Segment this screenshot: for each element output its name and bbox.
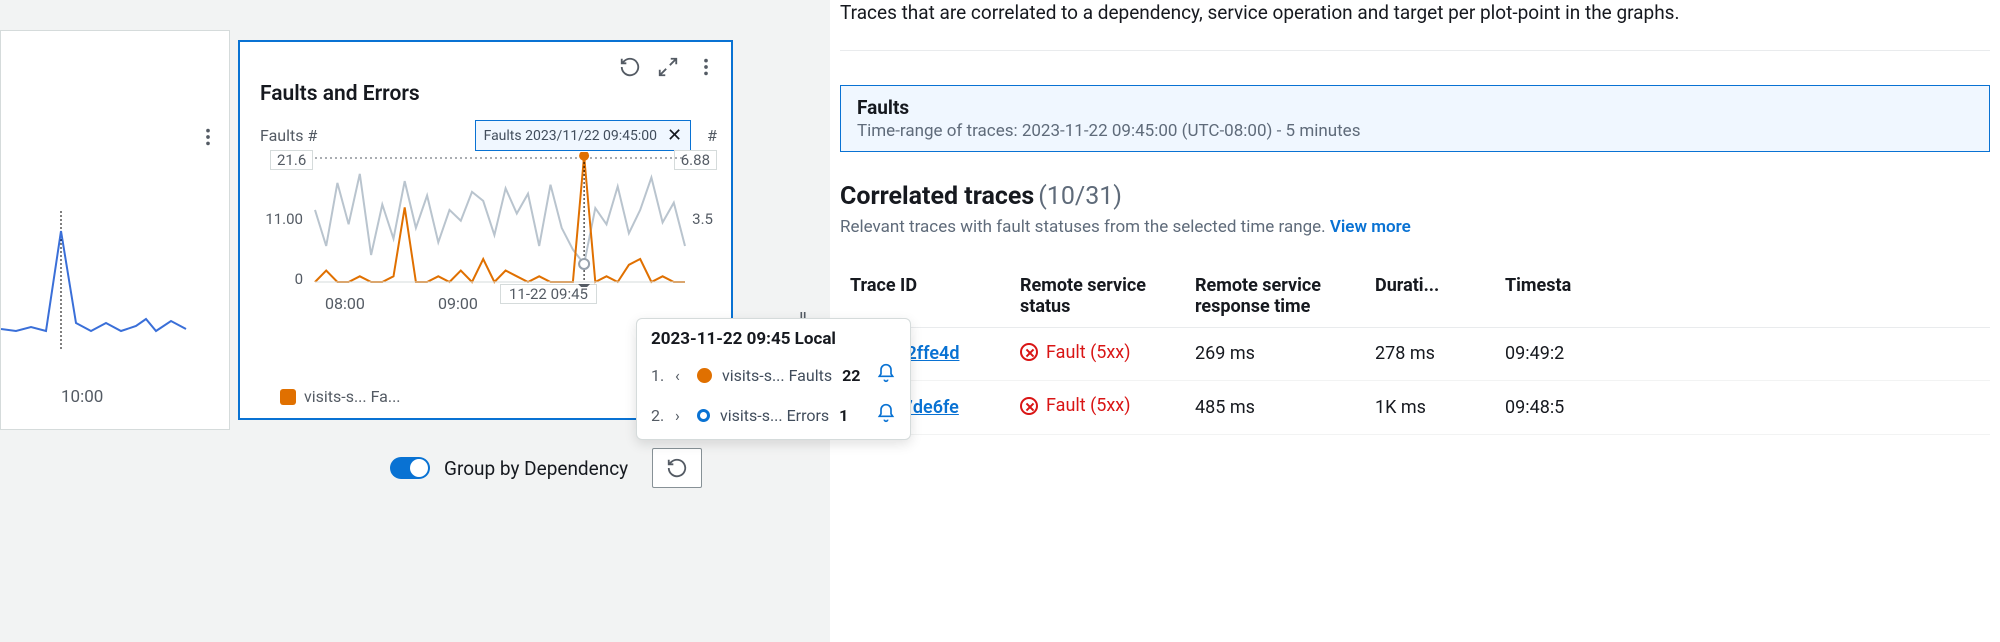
tooltip-row[interactable]: 1. ‹ visits-s... Faults 22 [637, 355, 910, 395]
legend: visits-s... Fa... [280, 387, 401, 406]
tooltip-index: 1. [651, 366, 665, 385]
series-dot-icon [697, 368, 712, 383]
bell-icon[interactable] [876, 403, 896, 427]
tooltip-series-name: visits-s... Faults [722, 366, 832, 385]
chart-svg [260, 152, 720, 287]
kebab-icon[interactable] [197, 126, 219, 148]
fault-icon [1020, 343, 1038, 361]
tooltip-value: 1 [839, 406, 848, 425]
cell-timestamp: 09:48:5 [1495, 381, 1990, 435]
selection-chip[interactable]: Faults 2023/11/22 09:45:00 ✕ [475, 120, 692, 151]
section-header: Correlated traces (10/31) [840, 182, 1990, 211]
section-sub-text: Relevant traces with fault statuses from… [840, 217, 1330, 237]
right-panel: Traces that are correlated to a dependen… [830, 0, 2000, 642]
chevron-right-icon: › [675, 406, 687, 425]
status-badge: Fault (5xx) [1020, 395, 1131, 416]
cell-duration: 1K ms [1365, 381, 1495, 435]
section-title: Correlated traces [840, 182, 1034, 211]
cell-response: 269 ms [1185, 327, 1365, 381]
refresh-button[interactable] [652, 448, 702, 488]
section-count: (10/31) [1038, 182, 1122, 211]
tooltip-series-name: visits-s... Errors [720, 406, 829, 425]
mini-chart-card: 10:00 [0, 30, 230, 430]
tooltip-index: 2. [651, 406, 665, 425]
intro-text: Traces that are correlated to a dependen… [840, 0, 1990, 50]
table-row: ...f3687de6fe Fault (5xx) 485 ms 1K ms 0… [840, 381, 1990, 435]
divider-line [840, 50, 1990, 51]
col-status[interactable]: Remote service status [1010, 265, 1185, 328]
mini-line-chart [1, 211, 201, 371]
info-title: Faults [857, 96, 1973, 119]
col-response-time[interactable]: Remote service response time [1185, 265, 1365, 328]
series-ring-icon [697, 409, 710, 422]
fault-icon [1020, 397, 1038, 415]
xtick-a: 08:00 [325, 294, 365, 313]
info-subtitle: Time-range of traces: 2023-11-22 09:45:0… [857, 121, 1973, 141]
tooltip-row[interactable]: 2. › visits-s... Errors 1 [637, 395, 910, 435]
card-title: Faults and Errors [260, 82, 420, 106]
col-duration[interactable]: Durati... [1365, 265, 1495, 328]
info-box: Faults Time-range of traces: 2023-11-22 … [840, 85, 1990, 152]
status-badge: Fault (5xx) [1020, 342, 1131, 363]
traces-table: Trace ID Remote service status Remote se… [840, 265, 1990, 435]
legend-label: visits-s... Fa... [304, 387, 401, 406]
bell-icon[interactable] [876, 363, 896, 387]
cursor-time-label: 11-22 09:45 [500, 284, 597, 304]
group-by-toggle[interactable] [390, 457, 430, 479]
section-subtitle: Relevant traces with fault statuses from… [840, 217, 1990, 237]
col-timestamp[interactable]: Timesta [1495, 265, 1990, 328]
status-text: Fault (5xx) [1046, 395, 1131, 416]
refresh-icon[interactable] [619, 56, 641, 78]
tooltip-value: 22 [842, 366, 860, 385]
view-more-link[interactable]: View more [1330, 217, 1411, 237]
expand-icon[interactable] [657, 56, 679, 78]
left-axis-title: Faults # [260, 126, 317, 145]
right-axis-title: # [707, 126, 717, 145]
group-by-row: Group by Dependency [390, 448, 702, 488]
legend-swatch [280, 389, 296, 405]
group-by-label: Group by Dependency [444, 457, 628, 480]
mini-xtick: 10:00 [61, 387, 103, 407]
chevron-left-icon: ‹ [675, 366, 687, 385]
xtick-b: 09:00 [438, 294, 478, 313]
close-icon[interactable]: ✕ [667, 125, 682, 146]
tooltip-title: 2023-11-22 09:45 Local [637, 329, 910, 355]
table-row: ...40092ffe4d Fault (5xx) 269 ms 278 ms … [840, 327, 1990, 381]
card-actions [619, 56, 717, 78]
left-panel: 10:00 Faults and Errors Faults # Faults … [0, 0, 780, 642]
cell-duration: 278 ms [1365, 327, 1495, 381]
cell-response: 485 ms [1185, 381, 1365, 435]
cell-timestamp: 09:49:2 [1495, 327, 1990, 381]
kebab-icon[interactable] [695, 56, 717, 78]
chart-tooltip: 2023-11-22 09:45 Local 1. ‹ visits-s... … [636, 318, 911, 440]
status-text: Fault (5xx) [1046, 342, 1131, 363]
chip-label: Faults 2023/11/22 09:45:00 [484, 128, 657, 144]
